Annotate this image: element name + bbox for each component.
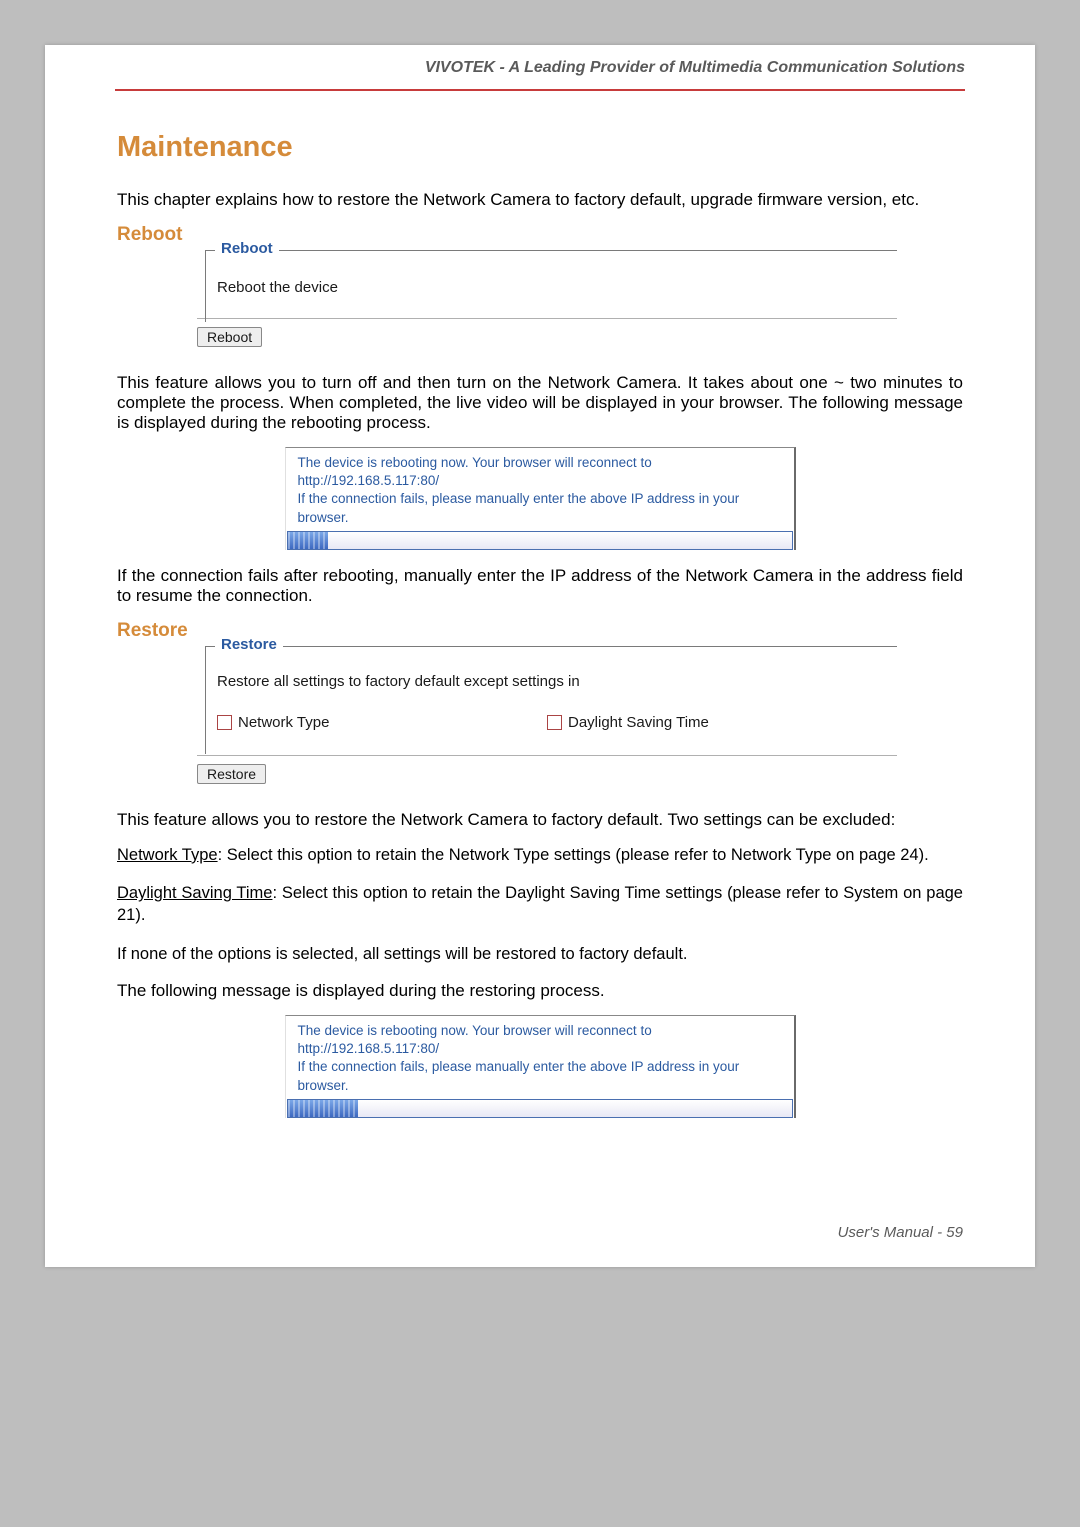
daylight-saving-term: Daylight Saving Time [117,884,272,902]
restore-message-text: The device is rebooting now. Your browse… [286,1016,794,1096]
page-content: Maintenance This chapter explains how to… [45,91,1035,1184]
msg-line: If the connection fails, please manually… [298,491,740,506]
msg-line: http://192.168.5.117:80/ [298,1041,440,1056]
restore-msg-paragraph: The following message is displayed durin… [117,981,963,1001]
network-type-checkbox-item: Network Type [217,714,547,731]
network-type-term: Network Type [117,846,218,864]
fieldset-divider [197,318,897,319]
restore-message-box: The device is rebooting now. Your browse… [285,1015,796,1118]
page-footer: User's Manual - 59 [45,1184,1035,1267]
fieldset-border-left [205,250,206,322]
document-page: VIVOTEK - A Leading Provider of Multimed… [45,45,1035,1267]
progress-bar [287,531,793,550]
progress-fill [288,532,328,549]
fieldset-border-left [205,646,206,754]
daylight-saving-paragraph: Daylight Saving Time: Select this option… [117,882,963,927]
daylight-saving-checkbox-item: Daylight Saving Time [547,714,709,731]
reboot-desc: Reboot the device [217,279,338,296]
fieldset-border-top [205,646,897,647]
restore-none-paragraph: If none of the options is selected, all … [117,943,963,965]
network-type-checkbox[interactable] [217,715,232,730]
page-title: Maintenance [117,131,963,164]
msg-line: http://192.168.5.117:80/ [298,473,440,488]
progress-fill [288,1100,359,1117]
intro-paragraph: This chapter explains how to restore the… [117,190,963,210]
page-header: VIVOTEK - A Leading Provider of Multimed… [115,45,965,91]
msg-line: If the connection fails, please manually… [298,1059,740,1074]
msg-line: The device is rebooting now. Your browse… [298,1023,652,1038]
restore-paragraph-1: This feature allows you to restore the N… [117,810,963,830]
reboot-message-box: The device is rebooting now. Your browse… [285,447,796,550]
restore-desc: Restore all settings to factory default … [217,673,897,690]
reboot-paragraph-1: This feature allows you to turn off and … [117,373,963,433]
network-type-paragraph: Network Type: Select this option to reta… [117,844,963,866]
restore-checkbox-row: Network Type Daylight Saving Time [217,714,897,731]
msg-line: The device is rebooting now. Your browse… [298,455,652,470]
reboot-legend: Reboot [215,240,279,257]
msg-line: browser. [298,1078,349,1093]
reboot-paragraph-2: If the connection fails after rebooting,… [117,566,963,606]
restore-button[interactable]: Restore [197,764,266,784]
network-type-label: Network Type [238,714,329,731]
header-banner-text: VIVOTEK - A Leading Provider of Multimed… [425,59,965,77]
reboot-message-text: The device is rebooting now. Your browse… [286,448,794,528]
reboot-fieldset-body: Reboot the device [197,251,897,312]
progress-bar [287,1099,793,1118]
reboot-button[interactable]: Reboot [197,327,262,347]
daylight-saving-label: Daylight Saving Time [568,714,709,731]
reboot-fieldset: Reboot Reboot the device [197,250,897,312]
restore-fieldset-body: Restore all settings to factory default … [197,647,897,749]
daylight-saving-checkbox[interactable] [547,715,562,730]
network-type-rest: : Select this option to retain the Netwo… [218,846,929,864]
msg-line: browser. [298,510,349,525]
restore-legend: Restore [215,636,283,653]
restore-fieldset: Restore Restore all settings to factory … [197,646,897,749]
fieldset-divider [197,755,897,756]
fieldset-border-top [205,250,897,251]
